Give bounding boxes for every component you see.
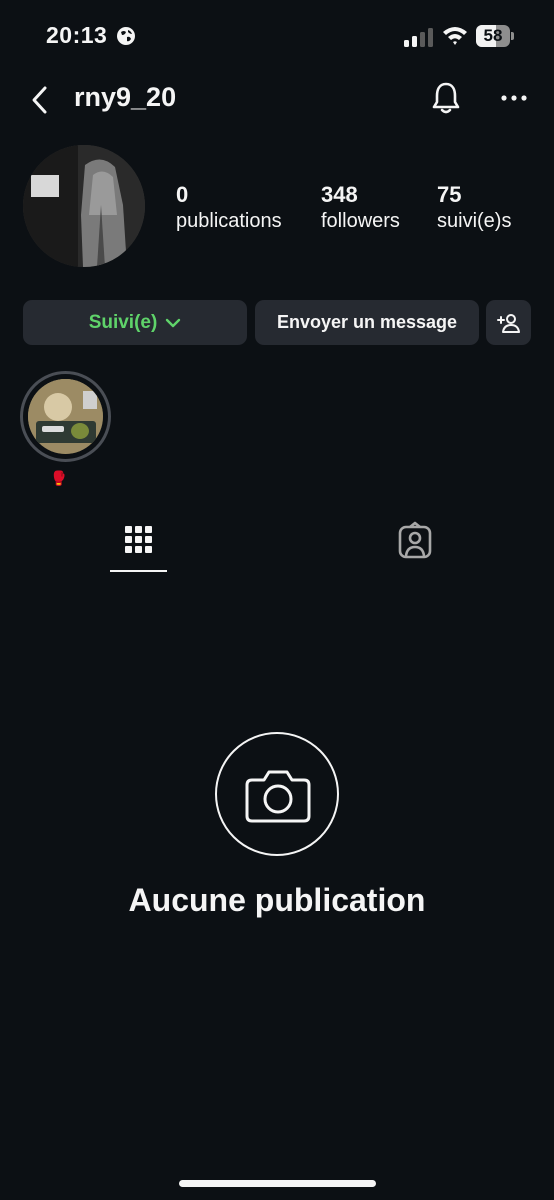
profile-avatar[interactable] [23, 145, 145, 267]
tagged-person-icon[interactable] [386, 520, 446, 570]
chevron-down-icon [166, 318, 181, 327]
status-bar: 20:13 58 [0, 0, 554, 74]
status-time: 20:13 [46, 22, 108, 48]
active-tab-indicator [110, 570, 167, 572]
send-message-button[interactable]: Envoyer un message [255, 300, 479, 345]
highlight-label: 🥊 [50, 470, 68, 486]
stat-publications[interactable]: 0 publications [176, 182, 282, 234]
suggest-people-button[interactable] [486, 300, 531, 345]
bell-icon[interactable] [430, 80, 462, 116]
stat-value: 348 [321, 182, 358, 207]
stat-label: followers [321, 210, 400, 232]
grid-icon[interactable] [108, 520, 168, 570]
camera-icon [245, 770, 311, 823]
profile-stats: 0 publications 348 followers 75 suivi(e)… [176, 182, 536, 242]
highlight-cover [28, 379, 103, 454]
stat-label: suivi(e)s [437, 210, 512, 232]
following-button[interactable]: Suivi(e) [23, 300, 247, 345]
story-highlight[interactable] [20, 371, 111, 462]
cellular-signal-icon [404, 28, 433, 47]
avatar-photo [23, 145, 145, 267]
wifi-icon [443, 27, 467, 45]
stat-label: publications [176, 210, 282, 232]
add-person-icon [496, 313, 520, 333]
profile-screen: 20:13 58 rny9_20 0 publications 348 foll… [0, 0, 554, 1200]
chevron-left-icon[interactable] [28, 84, 52, 116]
empty-state-camera [215, 732, 339, 856]
profile-username: rny9_20 [74, 82, 177, 112]
send-message-label: Envoyer un message [276, 312, 458, 332]
stat-value: 0 [176, 182, 189, 207]
profile-header: rny9_20 [0, 74, 554, 126]
stat-value: 75 [437, 182, 462, 207]
globe-icon [117, 27, 135, 45]
home-indicator[interactable] [179, 1180, 376, 1187]
more-horizontal-icon[interactable] [500, 86, 528, 110]
stat-followers[interactable]: 348 followers [321, 182, 400, 234]
following-button-label: Suivi(e) [88, 311, 158, 333]
battery-level: 58 [483, 26, 503, 45]
stat-following[interactable]: 75 suivi(e)s [437, 182, 511, 234]
empty-state-title: Aucune publication [128, 882, 426, 918]
battery-indicator: 58 [476, 25, 514, 47]
